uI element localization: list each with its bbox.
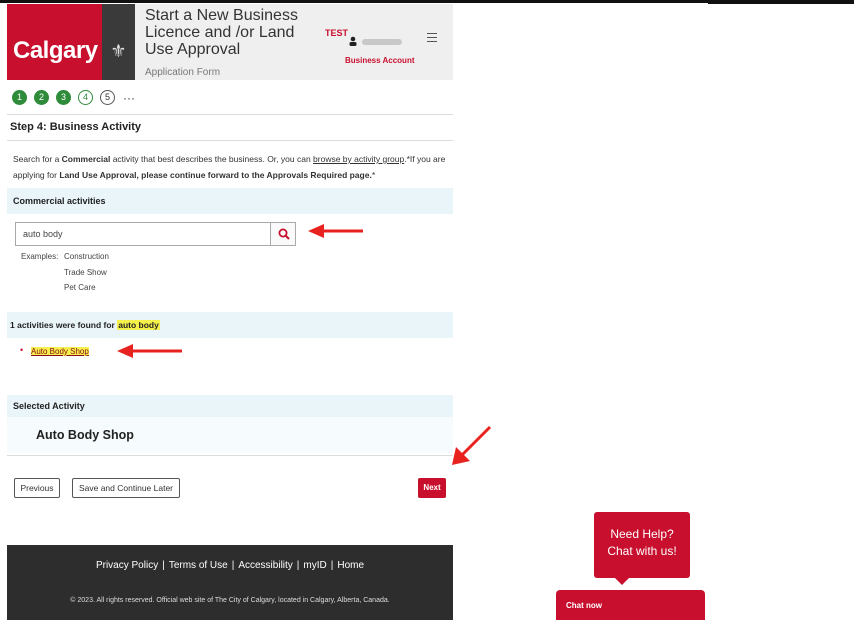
results-summary: 1 activities were found for auto body xyxy=(10,320,160,330)
step-title: Step 4: Business Activity xyxy=(10,121,142,133)
step-4[interactable]: 4 xyxy=(78,90,93,105)
copyright-text: © 2023. All rights reserved. Official we… xyxy=(70,597,390,604)
divider xyxy=(7,114,453,115)
result-link-auto-body-shop[interactable]: Auto Body Shop xyxy=(31,347,89,356)
city-crest: ⚜ xyxy=(102,4,135,80)
save-continue-later-button[interactable]: Save and Continue Later xyxy=(72,478,180,498)
app-subtitle: Application Form xyxy=(145,67,221,78)
annotation-arrow-icon xyxy=(308,224,363,238)
footer-separator: | xyxy=(296,560,300,571)
annotation-arrow-icon xyxy=(452,425,492,465)
step-indicator: 1 2 3 4 5 ··· xyxy=(12,90,135,105)
chat-bubble-line: Need Help? xyxy=(610,527,674,541)
site-footer: Privacy Policy | Terms of Use | Accessibilit… xyxy=(7,545,453,620)
step-5[interactable]: 5 xyxy=(100,90,115,105)
user-name-redacted[interactable] xyxy=(362,39,402,45)
logo-wordmark: Calgary xyxy=(13,37,98,64)
footer-link-home[interactable]: Home xyxy=(337,560,364,571)
example-item: Pet Care xyxy=(64,283,96,292)
step-1[interactable]: 1 xyxy=(12,90,27,105)
chat-bubble-tail xyxy=(614,577,630,585)
example-item: Construction xyxy=(64,252,109,261)
page: Calgary ⚜ Start a New Business Licence a… xyxy=(0,0,854,620)
commercial-activities-heading: Commercial activities xyxy=(7,188,453,214)
intro-text-part: * xyxy=(371,170,376,180)
footer-links: Privacy Policy | Terms of Use | Accessibilit… xyxy=(7,560,453,571)
app-title: Start a New Business Licence and /or Lan… xyxy=(145,7,298,58)
menu-icon[interactable] xyxy=(427,33,437,43)
next-button[interactable]: Next xyxy=(418,478,446,498)
activity-search-input[interactable]: auto body xyxy=(15,222,296,246)
chat-now-button[interactable]: Chat now xyxy=(556,590,705,620)
footer-separator: | xyxy=(231,560,235,571)
footer-link-accessibility[interactable]: Accessibility xyxy=(238,560,292,571)
test-badge: TEST xyxy=(325,28,349,38)
footer-link-myid[interactable]: myID xyxy=(303,560,326,571)
step-3[interactable]: 3 xyxy=(56,90,71,105)
calgary-logo[interactable]: Calgary xyxy=(7,4,102,80)
selected-activity-heading: Selected Activity xyxy=(7,395,453,417)
examples-label: Examples: xyxy=(21,252,59,261)
browse-activity-group-link[interactable]: browse by activity group xyxy=(313,154,404,164)
results-query: auto body xyxy=(117,320,160,330)
footer-separator: | xyxy=(330,560,334,571)
intro-bold-land-use: Land Use Approval, please continue forwa… xyxy=(59,170,372,180)
step-2[interactable]: 2 xyxy=(34,90,49,105)
footer-separator: | xyxy=(162,560,165,571)
divider xyxy=(7,455,453,456)
search-button[interactable] xyxy=(270,222,296,246)
chat-now-label: Chat now xyxy=(566,601,602,610)
example-item: Trade Show xyxy=(64,268,107,277)
intro-text-part: Search for a xyxy=(13,154,62,164)
app-header: Calgary ⚜ Start a New Business Licence a… xyxy=(7,4,453,80)
top-border-right xyxy=(708,0,854,4)
search-value: auto body xyxy=(23,229,63,239)
search-icon xyxy=(278,228,290,240)
chat-bubble-text: Need Help? Chat with us! xyxy=(594,526,690,560)
intro-text-part: activity that best describes the busines… xyxy=(110,154,314,164)
footer-link-privacy[interactable]: Privacy Policy xyxy=(96,560,158,571)
chat-help-bubble[interactable]: Need Help? Chat with us! xyxy=(594,512,690,578)
footer-link-terms[interactable]: Terms of Use xyxy=(169,560,228,571)
crest-icon: ⚜ xyxy=(110,41,127,61)
previous-button[interactable]: Previous xyxy=(14,478,60,498)
result-bullet: • xyxy=(20,345,24,355)
more-steps: ··· xyxy=(123,90,135,105)
chat-bubble-line: Chat with us! xyxy=(607,544,677,558)
annotation-arrow-icon xyxy=(117,344,182,358)
divider xyxy=(7,140,453,141)
user-icon xyxy=(349,36,357,46)
intro-text: Search for a Commercial activity that be… xyxy=(13,151,448,183)
intro-bold-commercial: Commercial xyxy=(61,154,111,164)
business-account-link[interactable]: Business Account xyxy=(345,56,415,65)
results-prefix: 1 activities were found for xyxy=(10,320,118,330)
selected-activity-value: Auto Body Shop xyxy=(36,428,134,442)
